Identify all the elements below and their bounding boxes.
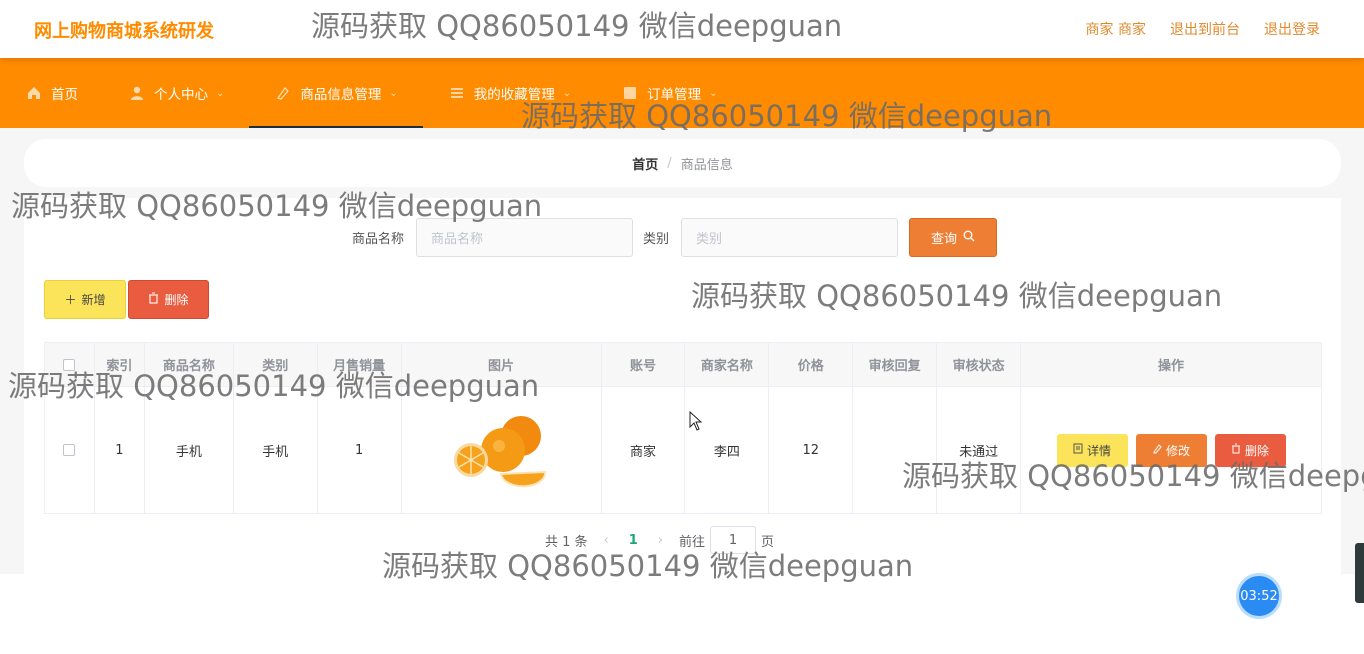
search-bar: 商品名称 商品名称 类别 类别 查询 <box>352 218 998 257</box>
collect-icon <box>448 84 466 102</box>
breadcrumb-separator: / <box>667 155 672 171</box>
detail-button[interactable]: 详情 <box>1056 433 1128 467</box>
category-label: 类别 <box>643 232 670 247</box>
nav-item-personal[interactable]: 个人中心 ⌄ <box>103 58 249 128</box>
header-links: 商家 商家 退出到前台 退出登录 <box>1086 19 1320 39</box>
cell-image <box>400 386 602 514</box>
search-icon <box>963 230 975 246</box>
cell-category: 手机 <box>232 386 318 514</box>
chevron-down-icon: ⌄ <box>216 87 225 99</box>
col-category: 类别 <box>232 342 318 387</box>
trash-icon <box>148 292 159 307</box>
goods-name-input[interactable]: 商品名称 <box>416 218 634 257</box>
col-merchant-name: 商家名称 <box>684 342 770 387</box>
back-to-front-link[interactable]: 退出到前台 <box>1170 19 1240 39</box>
col-operations: 操作 <box>1020 342 1322 387</box>
query-button[interactable]: 查询 <box>909 218 998 257</box>
nav-item-orders[interactable]: 订单管理 ⌄ <box>596 58 742 128</box>
select-all-cell[interactable] <box>44 342 95 387</box>
merchant-account-link[interactable]: 商家 商家 <box>1086 19 1146 39</box>
cell-goods-name: 手机 <box>143 386 234 514</box>
cell-merchant-name: 李四 <box>684 386 770 514</box>
breadcrumb: 首页 / 商品信息 <box>24 139 1341 187</box>
add-button-label: 新增 <box>81 293 106 307</box>
pager-goto-input[interactable]: 1 <box>710 526 757 554</box>
pagination: 共 1 条 ‹ 1 › 前往 1 页 <box>545 526 774 554</box>
pencil-icon <box>1152 443 1162 457</box>
chevron-down-icon: ⌄ <box>389 87 398 99</box>
col-price: 价格 <box>768 342 854 387</box>
cell-review-reply <box>852 386 938 514</box>
nav-label-collect: 我的收藏管理 <box>473 87 555 103</box>
row-checkbox[interactable] <box>63 444 76 456</box>
table-header-row: 索引 商品名称 类别 月售销量 图片 账号 商家名称 价格 审核回复 审核状态 … <box>44 342 1322 387</box>
cell-index: 1 <box>93 386 145 514</box>
edit-button[interactable]: 修改 <box>1135 433 1207 467</box>
row-operations: 详情 修改 删除 <box>1021 433 1321 467</box>
nav-item-goods[interactable]: 商品信息管理 ⌄ <box>249 58 424 128</box>
detail-button-label: 详情 <box>1087 443 1112 458</box>
row-delete-label: 删除 <box>1245 443 1270 458</box>
pager-current-page[interactable]: 1 <box>629 533 638 548</box>
cell-monthly-sales: 1 <box>316 386 402 514</box>
page: 网上购物商城系统研发 商家 商家 退出到前台 退出登录 首页 个人中心 ⌄ 商品… <box>0 0 1364 654</box>
nav-label-orders: 订单管理 <box>647 87 702 103</box>
pager-page-unit: 页 <box>761 534 775 550</box>
side-widget-tab[interactable] <box>1355 543 1364 603</box>
col-index: 索引 <box>93 342 145 387</box>
col-review-reply: 审核回复 <box>852 342 938 387</box>
chevron-down-icon: ⌄ <box>709 87 718 99</box>
batch-delete-label: 删除 <box>164 293 189 307</box>
batch-delete-button[interactable]: 删除 <box>128 280 209 319</box>
document-icon <box>1073 443 1083 457</box>
add-button[interactable]: ＋ 新增 <box>44 280 126 319</box>
row-select-cell[interactable] <box>44 386 95 514</box>
home-icon <box>25 84 43 102</box>
main-nav: 首页 个人中心 ⌄ 商品信息管理 ⌄ 我的收藏管理 ⌄ 订单管理 ⌄ <box>0 58 1364 128</box>
plus-icon: ＋ <box>64 293 77 307</box>
col-monthly-sales: 月售销量 <box>316 342 402 387</box>
prev-page-icon[interactable]: ‹ <box>604 533 609 548</box>
recording-timer[interactable]: 03:52 <box>1236 573 1282 619</box>
nav-label-goods: 商品信息管理 <box>300 87 382 103</box>
mouse-cursor-icon <box>689 411 703 431</box>
nav-item-home[interactable]: 首页 <box>0 58 103 128</box>
query-button-label: 查询 <box>931 232 958 247</box>
col-goods-name: 商品名称 <box>143 342 234 387</box>
nav-label-personal: 个人中心 <box>154 87 208 103</box>
nav-item-collect[interactable]: 我的收藏管理 ⌄ <box>423 58 596 128</box>
user-icon <box>128 84 146 102</box>
goods-icon <box>274 84 292 102</box>
orange-image <box>454 416 547 488</box>
chevron-down-icon: ⌄ <box>562 87 572 99</box>
edit-button-label: 修改 <box>1166 443 1191 458</box>
goods-name-label: 商品名称 <box>352 232 405 247</box>
trash-icon <box>1231 443 1241 457</box>
cell-account: 商家 <box>600 386 686 514</box>
select-all-checkbox[interactable] <box>63 358 76 371</box>
row-delete-button[interactable]: 删除 <box>1214 433 1286 467</box>
col-review-status: 审核状态 <box>936 342 1022 387</box>
action-buttons: ＋ 新增 删除 <box>44 280 209 319</box>
table-row: 1 手机 手机 1 商家 李四 12 未通过 详情 修改 删除 <box>44 386 1322 514</box>
breadcrumb-home[interactable]: 首页 <box>632 154 658 173</box>
cell-price: 12 <box>768 386 854 514</box>
pager-goto-label: 前往 <box>679 534 706 550</box>
site-title: 网上购物商城系统研发 <box>34 21 214 42</box>
breadcrumb-current: 商品信息 <box>680 157 733 173</box>
nav-label-home: 首页 <box>51 87 78 103</box>
order-icon <box>621 84 639 102</box>
col-account: 账号 <box>600 342 686 387</box>
pager-total: 共 1 条 <box>545 534 588 550</box>
main-panel: 商品名称 商品名称 类别 类别 查询 ＋ 新增 删除 索引 商品名称 类别 月售… <box>24 198 1341 574</box>
next-page-icon[interactable]: › <box>658 533 663 548</box>
logout-link[interactable]: 退出登录 <box>1264 19 1320 39</box>
cell-operations: 详情 修改 删除 <box>1020 386 1322 514</box>
category-input[interactable]: 类别 <box>681 218 899 257</box>
col-image: 图片 <box>400 342 602 387</box>
cell-review-status: 未通过 <box>936 386 1022 514</box>
top-header: 网上购物商城系统研发 商家 商家 退出到前台 退出登录 <box>0 0 1364 58</box>
goods-table: 索引 商品名称 类别 月售销量 图片 账号 商家名称 价格 审核回复 审核状态 … <box>44 342 1322 514</box>
